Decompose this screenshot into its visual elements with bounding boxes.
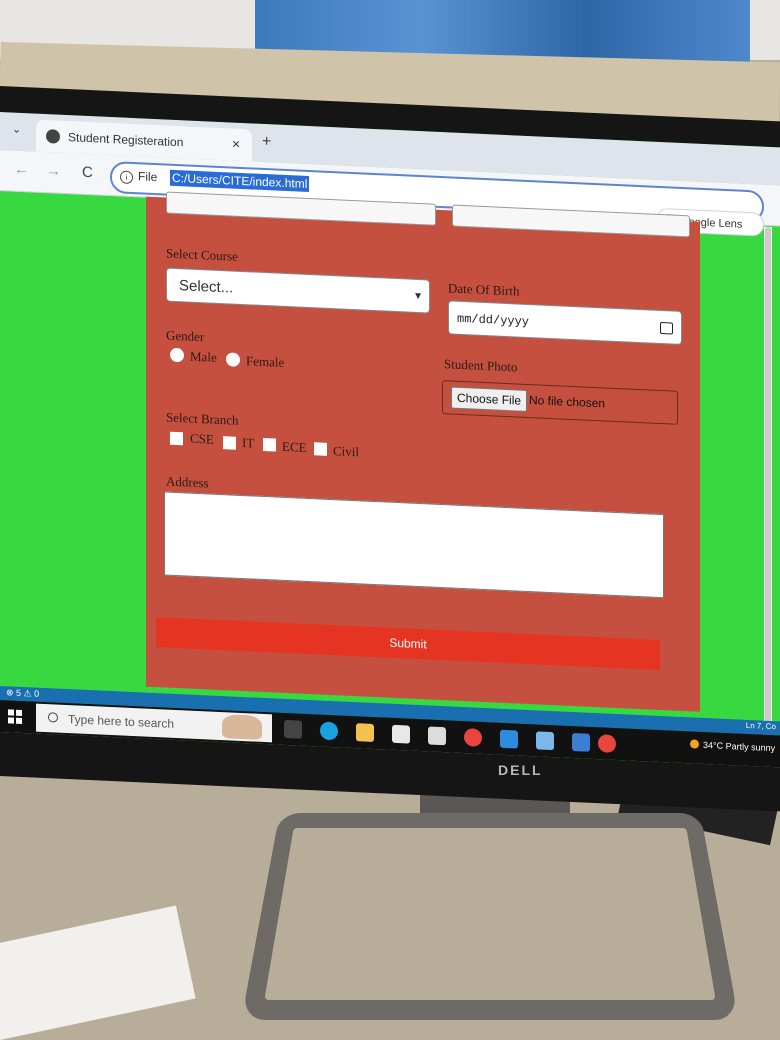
task-view-icon[interactable] <box>284 719 302 739</box>
branch-civil-checkbox[interactable] <box>314 442 327 456</box>
gender-label: Gender <box>166 327 205 345</box>
course-select-value: Select... <box>179 277 234 297</box>
tab-search-icon[interactable]: ⌄ <box>12 123 21 136</box>
chrome-active-icon[interactable] <box>598 734 616 753</box>
gender-male-label: Male <box>190 348 217 365</box>
chevron-down-icon: ▼ <box>413 290 423 303</box>
branch-cse-checkbox[interactable] <box>170 431 183 446</box>
app-icon-2[interactable] <box>572 732 590 752</box>
dob-label: Date Of Birth <box>448 280 520 299</box>
weather-widget[interactable]: 34°C Partly sunny <box>690 739 775 753</box>
screen: ⌄ Student Registeration × + ← → C i File… <box>0 112 780 768</box>
gender-male-radio[interactable] <box>170 347 184 363</box>
forward-arrow-icon[interactable]: → <box>46 162 61 180</box>
url-text[interactable]: C:/Users/CITE/index.html <box>170 169 310 193</box>
new-tab-button[interactable]: + <box>262 133 271 151</box>
windows-start-icon[interactable] <box>8 709 22 724</box>
file-explorer-icon[interactable] <box>356 723 374 742</box>
monitor-brand-logo: DELL <box>498 762 543 778</box>
branch-it-checkbox[interactable] <box>223 436 236 450</box>
vscode-icon[interactable] <box>500 729 518 749</box>
info-icon[interactable]: i <box>120 170 133 185</box>
photo-file-input[interactable]: Choose File No file chosen <box>442 380 678 425</box>
photo-label: Student Photo <box>444 356 518 375</box>
search-icon <box>48 712 58 723</box>
dob-placeholder: mm/dd/yyyy <box>457 311 530 330</box>
close-icon[interactable]: × <box>232 136 240 152</box>
branch-ece-checkbox[interactable] <box>263 437 276 452</box>
scrollbar-thumb[interactable] <box>765 226 771 728</box>
address-label: Address <box>166 473 209 491</box>
choose-file-button[interactable]: Choose File <box>451 386 528 412</box>
branch-label: Select Branch <box>166 409 239 428</box>
problems-indicator[interactable]: ⊗ 5 ⚠ 0 <box>6 687 39 700</box>
temperature: 34°C <box>703 739 724 751</box>
tab-title: Student Registeration <box>68 130 184 150</box>
back-arrow-icon[interactable]: ← <box>14 161 29 179</box>
gender-female-label: Female <box>246 353 285 370</box>
branch-ece-label: ECE <box>282 438 307 455</box>
weather-text: Partly sunny <box>725 740 776 754</box>
file-status: No file chosen <box>529 393 606 411</box>
edge-icon[interactable] <box>320 721 338 741</box>
sun-icon <box>690 739 699 749</box>
reload-icon[interactable]: C <box>82 164 93 181</box>
registration-form: Select Course Select... ▼ Date Of Birth … <box>146 191 700 712</box>
address-textarea[interactable] <box>164 491 664 599</box>
cursor-position[interactable]: Ln 7, Co <box>746 721 776 731</box>
calendar-icon[interactable] <box>660 321 673 335</box>
search-placeholder: Type here to search <box>68 712 175 731</box>
store-icon[interactable] <box>392 724 410 744</box>
monitor-stand-base <box>241 813 739 1021</box>
scheme-label: File <box>138 169 158 185</box>
mail-icon[interactable] <box>428 726 446 746</box>
chrome-icon[interactable] <box>464 728 482 747</box>
search-highlight-icon <box>222 714 262 740</box>
branch-civil-label: Civil <box>333 443 360 460</box>
branch-cse-label: CSE <box>190 430 214 447</box>
gender-female-radio[interactable] <box>226 352 240 367</box>
dob-input[interactable]: mm/dd/yyyy <box>448 300 682 345</box>
course-label: Select Course <box>166 245 238 264</box>
globe-icon <box>46 129 60 144</box>
submit-button[interactable]: Submit <box>156 617 660 670</box>
app-icon[interactable] <box>536 731 554 751</box>
branch-it-label: IT <box>242 434 255 451</box>
page-scrollbar[interactable] <box>764 226 772 738</box>
course-select[interactable]: Select... ▼ <box>166 267 430 314</box>
